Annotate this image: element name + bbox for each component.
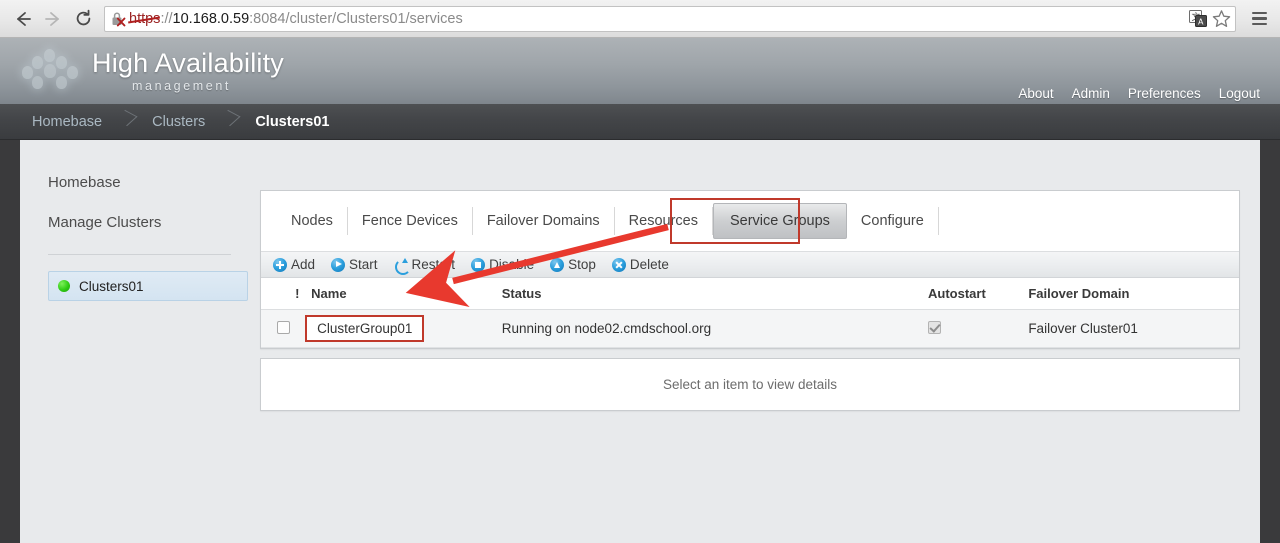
- reload-icon[interactable]: [68, 4, 98, 34]
- main-content: Nodes Fence Devices Failover Domains Res…: [260, 190, 1240, 411]
- delete-button[interactable]: Delete: [611, 257, 669, 272]
- row-checkbox[interactable]: [277, 320, 290, 334]
- x-circle-icon: [611, 257, 626, 272]
- app-header: High Availability management About Admin…: [0, 38, 1280, 104]
- sidebar-item-label: Clusters01: [79, 278, 144, 294]
- plus-circle-icon: [273, 257, 287, 272]
- url-path: /cluster/Clusters01/services: [285, 10, 463, 27]
- table-header-row: ! Name Status Autostart Failover Domain: [261, 278, 1239, 310]
- disable-button-label: Disable: [489, 257, 535, 272]
- add-button-label: Add: [291, 257, 316, 272]
- play-circle-icon: [331, 257, 346, 272]
- row-failover-domain-cell: Failover Cluster01: [1028, 309, 1239, 348]
- column-header-autostart[interactable]: Autostart: [928, 278, 1029, 310]
- column-header-alert[interactable]: !: [295, 278, 312, 310]
- forward-arrow-icon[interactable]: [38, 4, 68, 34]
- action-toolbar: Add Start Restart Disable Stop Delete: [261, 251, 1239, 278]
- column-header-select: [261, 278, 296, 310]
- url-separator: ://: [160, 10, 173, 27]
- column-header-name[interactable]: Name: [311, 278, 502, 310]
- sidebar: Homebase Manage Clusters Clusters01: [20, 140, 260, 301]
- sidebar-item-homebase[interactable]: Homebase: [48, 174, 260, 191]
- row-select-cell[interactable]: [261, 309, 296, 348]
- url-port: :8084: [249, 10, 286, 27]
- tab-fence-devices[interactable]: Fence Devices: [348, 207, 473, 235]
- chevron-right-icon: [217, 109, 243, 135]
- tab-failover-domains[interactable]: Failover Domains: [473, 207, 615, 235]
- start-button-label: Start: [349, 257, 378, 272]
- add-button[interactable]: Add: [273, 257, 315, 272]
- service-groups-table: ! Name Status Autostart Failover Domain: [261, 278, 1239, 348]
- details-placeholder-text: Select an item to view details: [662, 377, 838, 392]
- top-navigation: About Admin Preferences Logout: [1018, 86, 1260, 101]
- browser-toolbar: https://10.168.0.59:8084/cluster/Cluster…: [0, 0, 1280, 38]
- delete-button-label: Delete: [629, 257, 669, 272]
- translate-icon[interactable]: 文 A: [1189, 9, 1208, 28]
- tab-service-groups[interactable]: Service Groups: [712, 203, 847, 239]
- brand-area: High Availability management: [22, 38, 284, 104]
- sidebar-divider: [48, 254, 231, 255]
- tab-configure[interactable]: Configure: [847, 207, 939, 235]
- disable-button[interactable]: Disable: [471, 257, 534, 272]
- page-body: Homebase Manage Clusters Clusters01 Node…: [20, 140, 1260, 543]
- sidebar-item-manage-clusters[interactable]: Manage Clusters: [48, 214, 260, 231]
- breadcrumb-item-clusters01[interactable]: Clusters01: [251, 114, 333, 130]
- tab-nodes[interactable]: Nodes: [277, 207, 348, 235]
- stop-button[interactable]: Stop: [550, 257, 596, 272]
- back-arrow-icon[interactable]: [8, 4, 38, 34]
- stop-button-label: Stop: [568, 257, 596, 272]
- column-header-status[interactable]: Status: [501, 278, 929, 310]
- column-header-failover-domain[interactable]: Failover Domain: [1028, 278, 1239, 310]
- row-autostart-cell: [928, 309, 1029, 348]
- breadcrumb-item-homebase[interactable]: Homebase: [28, 114, 106, 130]
- start-button[interactable]: Start: [331, 257, 378, 272]
- sidebar-item-clusters01[interactable]: Clusters01: [48, 271, 248, 301]
- address-bar[interactable]: https://10.168.0.59:8084/cluster/Cluster…: [104, 5, 1236, 32]
- star-icon[interactable]: [1212, 9, 1231, 28]
- chevron-right-icon: [114, 109, 140, 135]
- nav-link-about[interactable]: About: [1018, 86, 1053, 101]
- annotation-name-highlight[interactable]: ClusterGroup01: [305, 315, 425, 342]
- restart-button-label: Restart: [411, 257, 456, 272]
- nav-link-admin[interactable]: Admin: [1072, 86, 1110, 101]
- url-host: 10.168.0.59: [172, 10, 250, 27]
- triangle-up-circle-icon: [550, 257, 565, 272]
- page-title: High Availability: [92, 47, 285, 78]
- hamburger-menu-icon[interactable]: [1246, 4, 1272, 34]
- url-scheme: https: [129, 10, 161, 27]
- green-status-dot: [58, 280, 70, 292]
- tab-resources[interactable]: Resources: [615, 207, 713, 235]
- tab-bar: Nodes Fence Devices Failover Domains Res…: [261, 191, 1239, 251]
- nav-link-preferences[interactable]: Preferences: [1128, 86, 1201, 101]
- stop-square-circle-icon: [471, 257, 486, 272]
- row-status-cell: Running on node02.cmdschool.org: [501, 309, 929, 348]
- honeycomb-dots-logo: [22, 46, 84, 96]
- row-name-cell[interactable]: ClusterGroup01: [305, 309, 502, 348]
- table-row[interactable]: ClusterGroup01 Running on node02.cmdscho…: [261, 309, 1239, 348]
- insecure-lock-icon[interactable]: [111, 11, 126, 27]
- details-panel: Select an item to view details: [260, 358, 1240, 411]
- application-window: High Availability management About Admin…: [0, 38, 1280, 543]
- page-subtitle: management: [132, 78, 231, 93]
- svg-text:A: A: [1198, 17, 1204, 26]
- breadcrumb: Homebase Clusters Clusters01: [0, 104, 1280, 140]
- refresh-icon: [394, 257, 411, 275]
- autostart-checkbox: [928, 320, 942, 334]
- restart-button[interactable]: Restart: [394, 257, 456, 275]
- breadcrumb-item-clusters[interactable]: Clusters: [148, 114, 209, 130]
- service-groups-card: Nodes Fence Devices Failover Domains Res…: [260, 190, 1240, 349]
- nav-link-logout[interactable]: Logout: [1219, 86, 1260, 101]
